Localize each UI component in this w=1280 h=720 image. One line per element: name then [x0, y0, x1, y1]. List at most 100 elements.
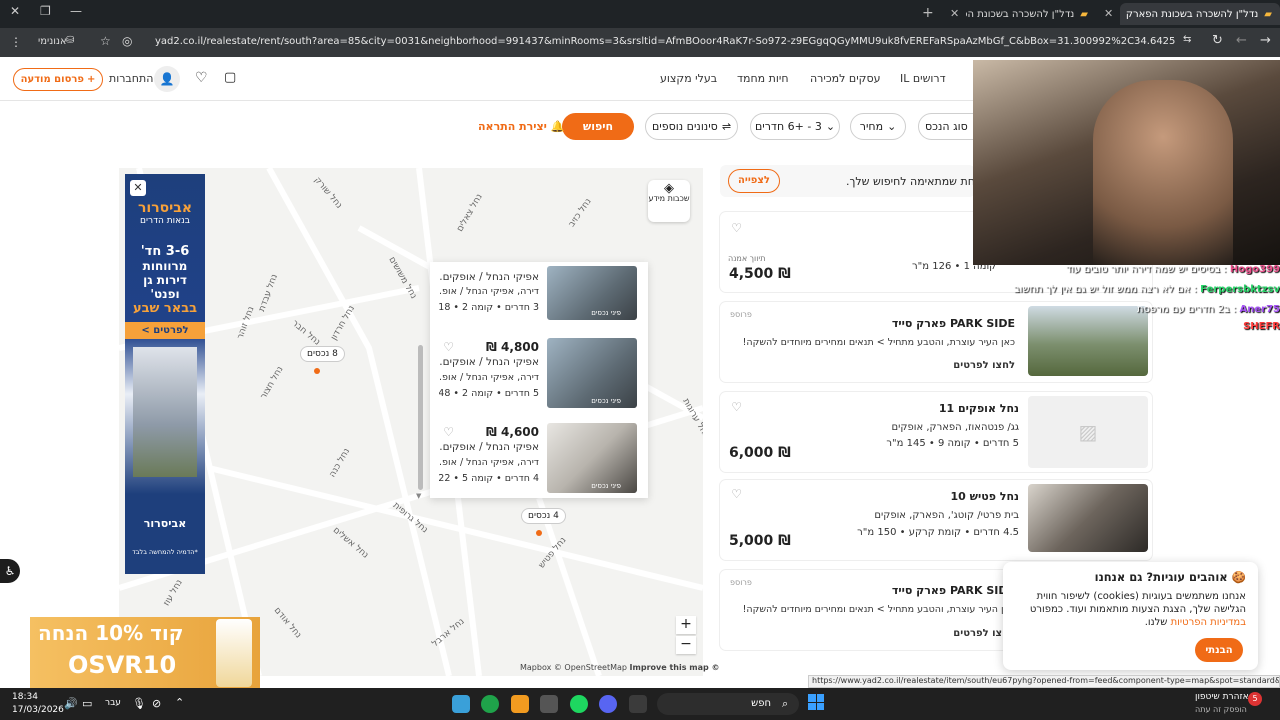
- zoom-out-button[interactable]: −: [676, 636, 696, 654]
- login-link[interactable]: התחברות: [109, 72, 153, 85]
- map-marker[interactable]: [314, 368, 320, 374]
- popup-listing-card[interactable]: פיני נכסים אפיקי הנחל / אופקים... דירה, …: [430, 262, 648, 344]
- favorite-heart-icon[interactable]: ♡: [442, 426, 454, 438]
- listing-price: 4,600 ₪: [486, 425, 539, 439]
- nav-professionals[interactable]: בעלי מקצוע: [660, 72, 717, 85]
- popup-scroll-thumb[interactable]: [418, 345, 423, 490]
- alert-label: יצירת התראה: [478, 120, 547, 133]
- popup-scrollbar[interactable]: ▲: [430, 262, 438, 498]
- listing-title: אפיקי הנחל / אופקים...: [439, 356, 539, 368]
- bookmark-star-icon[interactable]: ☆: [100, 34, 111, 48]
- spotify-icon[interactable]: [570, 695, 588, 713]
- tab-favicon-icon: ▰: [1264, 8, 1272, 20]
- webcam-overlay: [973, 60, 1280, 265]
- cookie-accept-button[interactable]: הבנתי: [1195, 638, 1243, 662]
- listing-price: 4,800 ₪: [486, 340, 539, 354]
- listing-title: PARK SIDE פארק סייד: [891, 584, 1015, 597]
- discord-icon[interactable]: [599, 695, 617, 713]
- nav-pets[interactable]: חיות מחמד: [737, 72, 789, 85]
- ad-headline: בבאר שבע: [132, 301, 198, 316]
- chevron-down-icon: ⌄: [825, 120, 836, 133]
- nav-business[interactable]: עסקים למכירה: [810, 72, 880, 85]
- search-button[interactable]: חיפוש: [562, 113, 634, 140]
- sliders-icon: ⇌: [721, 120, 732, 133]
- vlc-icon[interactable]: [511, 695, 529, 713]
- file-explorer-icon[interactable]: [629, 695, 647, 713]
- filter-label: מחיר: [859, 120, 884, 133]
- tab-close-icon[interactable]: ✕: [950, 7, 959, 20]
- chat-icon[interactable]: ▢: [224, 70, 236, 85]
- new-tab-icon[interactable]: +: [922, 5, 934, 21]
- details-link[interactable]: לחצו לפרטים: [953, 360, 1015, 371]
- cookie-title-text: אוהבים עוגיות? גם אנחנו: [1094, 570, 1228, 584]
- map-cluster[interactable]: 4 נכסים: [521, 508, 566, 524]
- listing-price: 5,000 ₪: [729, 533, 791, 549]
- clock-time: 18:34: [12, 692, 38, 702]
- reload-icon[interactable]: ↻: [1212, 33, 1223, 48]
- more-filters-button[interactable]: ⇌ סינונים נוספים: [645, 113, 738, 140]
- listing-photo: [1028, 484, 1148, 552]
- ad-building-image: [133, 347, 197, 477]
- ad-banner[interactable]: אביסרור בנאות הדרים 3-6 חד' מרווחות דירו…: [125, 174, 205, 574]
- nav-jobs[interactable]: דרושים IL: [900, 72, 946, 85]
- scroll-down-icon[interactable]: ▼: [416, 492, 421, 500]
- window-restore-icon[interactable]: ❐: [40, 4, 51, 18]
- listing-subtitle: כאן העיר עוצרת, והטבע מתחיל > תנאים ומחי…: [742, 337, 1015, 348]
- listing-photo: [1028, 306, 1148, 376]
- back-icon[interactable]: →: [1260, 33, 1271, 48]
- listing-title: אפיקי הנחל / אופקים...: [439, 441, 539, 453]
- price-filter[interactable]: ⌄ מחיר: [850, 113, 906, 140]
- app-icon[interactable]: [540, 695, 558, 713]
- listing-details: 5 חדרים • קומה 9 • 145 מ"ר: [886, 438, 1019, 449]
- promo-code: OSVR10: [68, 651, 177, 679]
- forward-icon[interactable]: ←: [1236, 33, 1247, 48]
- menu-dots-icon[interactable]: ⋮: [10, 35, 22, 49]
- taskbar-search[interactable]: חפש: [657, 693, 799, 715]
- improve-map-link[interactable]: Improve this map ©: [630, 663, 720, 672]
- popup-listing-card[interactable]: פיני נכסים 4,800 ₪ ♡ אפיקי הנחל / אופקים…: [430, 334, 648, 416]
- ad-cta-button[interactable]: לפרטים >: [125, 322, 205, 339]
- user-icon[interactable]: 👤: [154, 66, 180, 92]
- muted-icon[interactable]: ⊘: [152, 697, 161, 710]
- favorite-heart-icon[interactable]: ♡: [730, 488, 742, 500]
- popup-listing-card[interactable]: פיני נכסים 4,600 ₪ ♡ אפיקי הנחל / אופקים…: [430, 419, 648, 498]
- map-cluster[interactable]: 8 נכסים: [300, 346, 345, 362]
- chat-user: Aner75: [1239, 304, 1280, 315]
- favorite-heart-icon[interactable]: ♡: [730, 401, 742, 413]
- language-indicator[interactable]: עבר: [105, 698, 121, 708]
- telegram-icon[interactable]: [452, 695, 470, 713]
- ad-close-icon[interactable]: ✕: [130, 180, 146, 196]
- search-label: חפש: [751, 698, 771, 709]
- tray-chevron-icon[interactable]: ⌃: [175, 696, 184, 709]
- tab-title: נדל"ן להשכרה בשכונת הפארק: [1125, 8, 1259, 20]
- tune-icon[interactable]: ⇆: [1183, 34, 1191, 45]
- heart-icon[interactable]: ♡: [195, 70, 208, 86]
- create-alert-link[interactable]: 🔔 יצירת התראה: [478, 120, 564, 133]
- window-minimize-icon[interactable]: —: [70, 4, 82, 18]
- network-icon[interactable]: ▭: [82, 697, 92, 710]
- window-close-icon[interactable]: ✕: [10, 4, 20, 18]
- privacy-policy-link[interactable]: במדיניות הפרטיות: [1171, 617, 1246, 628]
- promoted-tag: פרוספ: [730, 578, 752, 587]
- post-ad-button[interactable]: + פרסום מודעה: [13, 68, 103, 91]
- eye-off-icon[interactable]: ◎: [122, 34, 132, 48]
- windows-start-icon[interactable]: [808, 694, 824, 710]
- url-field[interactable]: yad2.co.il/realestate/rent/south?area=85…: [155, 36, 1175, 47]
- zoom-in-button[interactable]: +: [676, 616, 696, 634]
- favorite-heart-icon[interactable]: ♡: [442, 341, 454, 353]
- listing-type: דירה, אפיקי הנחל / אופ...: [439, 372, 539, 383]
- browser-tab-active[interactable]: ▰ נדל"ן להשכרה בשכונת הפארק: [1120, 3, 1280, 25]
- rooms-filter[interactable]: ⌄ 3 - +6 חדרים: [750, 113, 840, 140]
- weather-alert-badge[interactable]: 5: [1248, 692, 1262, 706]
- map-layers-button[interactable]: ◈ שכבות מידע: [648, 180, 690, 222]
- volume-icon[interactable]: 🔊: [64, 697, 78, 710]
- listing-title: נחל אופקים 11: [938, 402, 1019, 415]
- microphone-icon[interactable]: 🎙: [132, 697, 146, 710]
- view-button[interactable]: לצפייה: [728, 169, 780, 193]
- browser-tab[interactable]: ▰ נדל"ן להשכרה בשכונת הפארק,: [966, 3, 1096, 25]
- chrome-icon[interactable]: [481, 695, 499, 713]
- favorite-heart-icon[interactable]: ♡: [730, 222, 742, 234]
- accessibility-icon[interactable]: ♿: [0, 559, 20, 583]
- map-marker[interactable]: [536, 530, 542, 536]
- tab-close-icon[interactable]: ✕: [1104, 7, 1113, 20]
